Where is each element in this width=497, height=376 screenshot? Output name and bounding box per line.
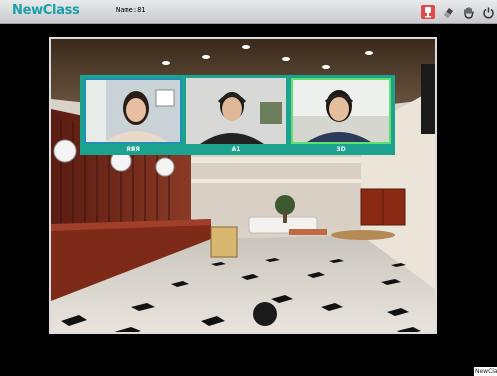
- power-icon: [482, 7, 494, 18]
- classroom-stage: ЯЯЯ A1 3D: [13, 26, 472, 362]
- student-video-3[interactable]: [291, 78, 391, 144]
- eraser-icon: [443, 7, 453, 18]
- hand-raise-button[interactable]: [461, 5, 475, 19]
- student-name-label: ЯЯЯ: [126, 146, 140, 153]
- hand-icon: [463, 6, 474, 19]
- title-bar: NewClass Name:81: [0, 0, 497, 24]
- student-video-feed: [86, 80, 180, 142]
- student-video-feed: [186, 78, 286, 144]
- app-logo: NewClass: [12, 3, 80, 18]
- record-button[interactable]: [421, 5, 435, 19]
- student-name-label: 3D: [336, 146, 346, 153]
- student-video-1[interactable]: [84, 78, 182, 144]
- virtual-lobby-background: ЯЯЯ A1 3D: [49, 37, 437, 334]
- student-name-label: A1: [231, 146, 241, 153]
- eraser-button[interactable]: [441, 5, 455, 19]
- student-video-2[interactable]: [186, 78, 286, 144]
- student-video-feed: [293, 80, 389, 142]
- watermark-text: NewCla: [474, 367, 497, 376]
- student-video-strip: ЯЯЯ A1 3D: [80, 75, 395, 155]
- record-icon: [425, 7, 431, 18]
- exit-button[interactable]: [481, 5, 495, 19]
- user-name-label: Name:81: [116, 6, 146, 14]
